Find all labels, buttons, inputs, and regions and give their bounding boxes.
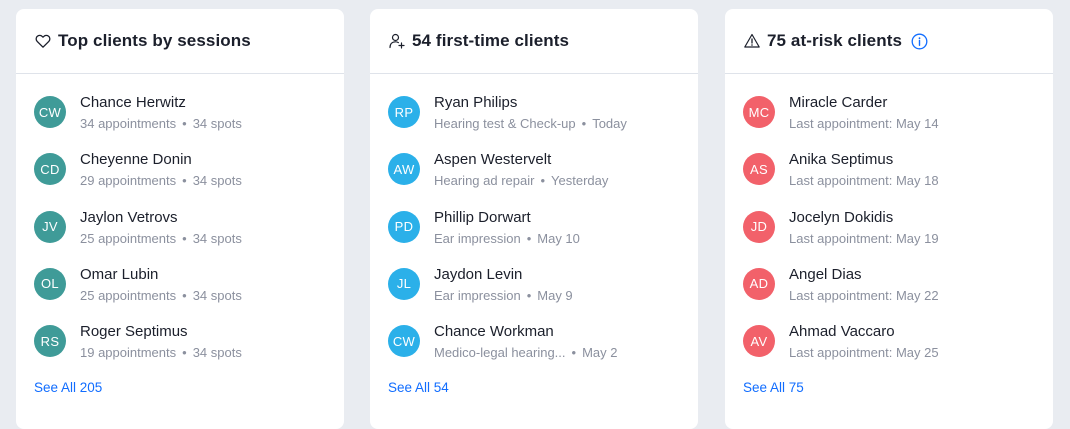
client-detail: 25 appointments bbox=[80, 230, 177, 246]
client-name: Chance Herwitz bbox=[80, 94, 186, 111]
client-name: Miracle Carder bbox=[789, 94, 888, 111]
avatar: CW bbox=[388, 325, 420, 358]
client-extra: 34 spots bbox=[192, 173, 242, 189]
client-name: Ryan Philips bbox=[434, 94, 518, 111]
at-risk-clients-card: 75 at-risk clients MC Miracle Carder Las… bbox=[725, 9, 1053, 429]
client-detail: Last appointment: May 25 bbox=[789, 345, 939, 361]
avatar: AV bbox=[743, 325, 775, 358]
client-detail: 34 appointments bbox=[80, 116, 177, 131]
see-all-link[interactable]: See All 205 bbox=[34, 380, 102, 395]
avatar: JD bbox=[743, 210, 775, 243]
avatar: JL bbox=[388, 267, 420, 300]
client-list: MC Miracle Carder Last appointment: May … bbox=[743, 93, 1035, 379]
client-detail: Last appointment: May 18 bbox=[789, 173, 939, 189]
client-name: Omar Lubin bbox=[80, 265, 159, 283]
client-name: Phillip Dorwart bbox=[434, 208, 531, 226]
see-all-link[interactable]: See All 75 bbox=[743, 380, 804, 395]
client-row[interactable]: RS Roger Septimus 19 appointments • 34 spo… bbox=[34, 322, 326, 379]
client-name: Roger Septimus bbox=[80, 323, 188, 341]
client-detail: Medico-legal hearing... bbox=[434, 345, 566, 361]
client-name: Aspen Westervelt bbox=[434, 151, 552, 169]
avatar: CD bbox=[34, 153, 66, 186]
client-detail: Ear impression bbox=[434, 230, 521, 246]
client-name: Jaydon Levin bbox=[434, 265, 523, 283]
client-row[interactable]: AS Anika Septimus Last appointment: May … bbox=[743, 150, 1035, 207]
avatar: OL bbox=[34, 267, 66, 300]
client-name: Jocelyn Dokidis bbox=[789, 208, 894, 226]
client-row[interactable]: AD Angel Dias Last appointment: May 22 bbox=[743, 265, 1035, 322]
client-name: Chance Workman bbox=[434, 323, 554, 341]
card-header: 54 first-time clients bbox=[370, 9, 698, 74]
client-extra: 34 spots bbox=[192, 116, 242, 131]
user-plus-icon bbox=[388, 32, 406, 50]
client-row[interactable]: MC Miracle Carder Last appointment: May … bbox=[743, 93, 1035, 150]
client-row[interactable]: AW Aspen Westervelt Hearing ad repair • Ye… bbox=[388, 150, 680, 207]
see-all-link[interactable]: See All 54 bbox=[388, 380, 449, 395]
client-extra: 34 spots bbox=[192, 345, 242, 361]
avatar: AD bbox=[743, 267, 775, 300]
client-row[interactable]: CD Cheyenne Donin 29 appointments • 34 spo… bbox=[34, 150, 326, 207]
card-header: 75 at-risk clients bbox=[725, 9, 1053, 74]
client-row[interactable]: OL Omar Lubin 25 appointments • 34 spots bbox=[34, 265, 326, 322]
client-extra: Yesterday bbox=[551, 173, 609, 189]
client-detail: Ear impression bbox=[434, 287, 521, 303]
avatar: CW bbox=[34, 96, 66, 128]
client-row[interactable]: JV Jaylon Vetrovs 25 appointments • 34 spo… bbox=[34, 208, 326, 265]
avatar: AS bbox=[743, 153, 775, 186]
info-icon[interactable] bbox=[911, 33, 928, 50]
first-time-clients-card: 54 first-time clients RP Ryan Philips He… bbox=[370, 9, 698, 429]
avatar: AW bbox=[388, 153, 420, 186]
client-extra: May 2 bbox=[582, 345, 618, 361]
client-name: Angel Dias bbox=[789, 265, 862, 283]
client-name: Cheyenne Donin bbox=[80, 151, 192, 169]
client-detail: Hearing test & Check-up bbox=[434, 116, 576, 131]
card-title: 54 first-time clients bbox=[412, 31, 570, 50]
client-extra: May 9 bbox=[537, 287, 573, 303]
client-row[interactable]: PD Phillip Dorwart Ear impression • May 10 bbox=[388, 208, 680, 265]
heart-icon bbox=[34, 32, 52, 50]
client-extra: Today bbox=[592, 116, 627, 131]
client-row[interactable]: CW Chance Herwitz 34 appointments • 34 spo… bbox=[34, 93, 326, 150]
client-extra: 34 spots bbox=[192, 287, 242, 303]
client-detail: Last appointment: May 19 bbox=[789, 230, 939, 246]
client-detail: Hearing ad repair bbox=[434, 173, 535, 189]
warning-icon bbox=[743, 32, 761, 50]
avatar: PD bbox=[388, 210, 420, 243]
card-header: Top clients by sessions bbox=[16, 9, 344, 74]
client-row[interactable]: JD Jocelyn Dokidis Last appointment: May… bbox=[743, 208, 1035, 265]
client-detail: Last appointment: May 22 bbox=[789, 287, 939, 303]
client-name: Ahmad Vaccaro bbox=[789, 323, 895, 341]
client-detail: Last appointment: May 14 bbox=[789, 116, 939, 131]
client-row[interactable]: RP Ryan Philips Hearing test & Check-up •… bbox=[388, 93, 680, 150]
client-list: CW Chance Herwitz 34 appointments • 34 spo… bbox=[34, 93, 326, 379]
client-detail: 29 appointments bbox=[80, 173, 177, 189]
client-extra: May 10 bbox=[537, 230, 580, 246]
client-name: Jaylon Vetrovs bbox=[80, 208, 178, 226]
card-title: Top clients by sessions bbox=[58, 31, 251, 50]
card-title: 75 at-risk clients bbox=[767, 31, 903, 50]
client-extra: 34 spots bbox=[192, 230, 242, 246]
client-detail: 19 appointments bbox=[80, 345, 177, 361]
client-row[interactable]: CW Chance Workman Medico-legal hearing..… bbox=[388, 322, 680, 379]
avatar: JV bbox=[34, 210, 66, 243]
client-name: Anika Septimus bbox=[789, 151, 894, 169]
client-list: RP Ryan Philips Hearing test & Check-up •… bbox=[388, 93, 680, 379]
client-row[interactable]: JL Jaydon Levin Ear impression • May 9 bbox=[388, 265, 680, 322]
avatar: RS bbox=[34, 325, 66, 358]
client-row[interactable]: AV Ahmad Vaccaro Last appointment: May 2… bbox=[743, 322, 1035, 379]
avatar: RP bbox=[388, 96, 420, 128]
avatar: MC bbox=[743, 96, 775, 128]
top-clients-card: Top clients by sessions CW Chance Herwit… bbox=[16, 9, 344, 429]
client-detail: 25 appointments bbox=[80, 287, 177, 303]
